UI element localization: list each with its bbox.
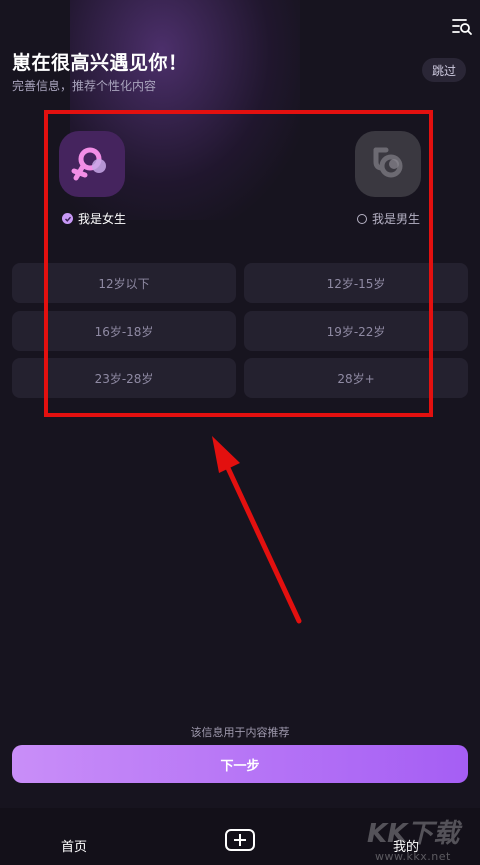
- radio-unchecked-icon: [357, 213, 367, 224]
- male-radio-option[interactable]: 我是男生: [357, 210, 420, 227]
- female-option-card[interactable]: [59, 131, 125, 197]
- male-label: 我是男生: [372, 212, 421, 226]
- list-search-icon: [452, 19, 472, 35]
- tab-add-button[interactable]: [225, 829, 255, 851]
- watermark-logo: KK下载: [367, 819, 460, 849]
- male-symbol-icon: [373, 147, 403, 178]
- next-step-button[interactable]: 下一步: [12, 745, 468, 783]
- female-symbol-icon: [71, 147, 106, 181]
- age-option[interactable]: 23岁-28岁: [12, 358, 236, 398]
- page-title: 崽在很高兴遇见你！: [12, 52, 188, 74]
- plus-icon: [234, 834, 246, 846]
- tab-home[interactable]: 首页: [61, 836, 87, 855]
- age-option[interactable]: 28岁+: [244, 358, 468, 398]
- male-option-card[interactable]: [355, 131, 421, 197]
- watermark-url: www.kkx.net: [375, 850, 451, 863]
- age-option[interactable]: 19岁-22岁: [244, 311, 468, 351]
- skip-button[interactable]: 跳过: [422, 58, 466, 82]
- age-option[interactable]: 12岁-15岁: [244, 263, 468, 303]
- female-radio-option[interactable]: 我是女生: [62, 210, 126, 227]
- age-option[interactable]: 12岁以下: [12, 263, 236, 303]
- info-note: 该信息用于内容推荐: [190, 726, 290, 739]
- age-option[interactable]: 16岁-18岁: [12, 311, 236, 351]
- page-subtitle: 完善信息，推荐个性化内容: [12, 79, 157, 93]
- female-label: 我是女生: [78, 212, 127, 226]
- radio-checked-icon: [62, 213, 73, 224]
- menu-search-button[interactable]: [451, 15, 473, 37]
